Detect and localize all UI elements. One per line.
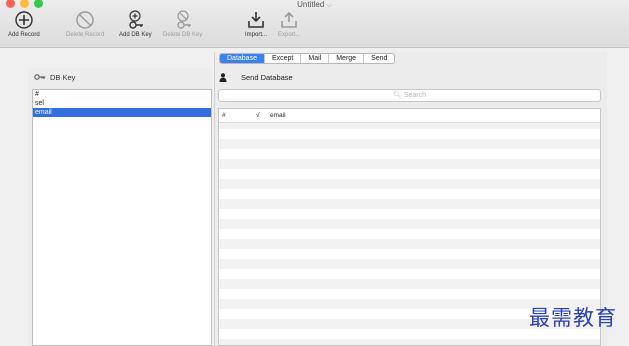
grid-header-row: # √ email <box>219 109 600 123</box>
import-button[interactable]: Import... <box>245 10 267 38</box>
key-icon <box>34 74 46 80</box>
person-icon <box>219 72 227 82</box>
import-label: Import... <box>245 32 268 38</box>
tab-mail[interactable]: Mail <box>301 54 330 63</box>
search-field[interactable]: 🔍︎ Search <box>218 89 601 102</box>
tab-merge[interactable]: Merge <box>329 54 365 63</box>
grid-column-header[interactable]: email <box>267 112 286 119</box>
grid-column-header[interactable]: # <box>219 112 253 119</box>
app-window: Untitled ⌵ Add Record Delete Record Add … <box>0 0 629 346</box>
add-record-label: Add Record <box>8 32 40 38</box>
export-icon <box>281 11 297 28</box>
window-title: Untitled ⌵ <box>0 0 629 10</box>
delete-key-icon <box>176 10 191 29</box>
tab-send[interactable]: Send <box>364 54 394 63</box>
delete-record-button[interactable]: Delete Record <box>66 10 104 38</box>
prohibited-icon <box>76 11 94 29</box>
add-circle-icon <box>15 11 33 29</box>
delete-db-key-button[interactable]: Delete DB Key <box>163 10 202 38</box>
delete-db-key-label: Delete DB Key <box>163 32 203 38</box>
export-button[interactable]: Export... <box>278 10 300 38</box>
tab-database[interactable]: Database <box>220 54 265 63</box>
db-key-item[interactable]: email <box>33 108 211 117</box>
search-placeholder: Search <box>403 92 427 99</box>
export-label: Export... <box>278 32 301 38</box>
toolbar: Untitled ⌵ Add Record Delete Record Add … <box>0 0 629 48</box>
grid-column-header[interactable]: √ <box>253 112 267 119</box>
db-key-panel: DB Key # sel email <box>28 68 212 346</box>
db-key-header: DB Key <box>28 68 212 86</box>
tab-bar: Database Except Mail Merge Send <box>219 53 396 64</box>
add-db-key-button[interactable]: Add DB Key <box>119 10 152 38</box>
send-database-row[interactable]: Send Database <box>215 70 293 84</box>
tab-except[interactable]: Except <box>265 54 302 63</box>
db-key-title: DB Key <box>50 72 76 82</box>
chevron-down-icon[interactable]: ⌵ <box>327 2 332 9</box>
window-title-text: Untitled <box>297 0 325 9</box>
delete-record-label: Delete Record <box>66 32 105 38</box>
add-db-key-label: Add DB Key <box>119 32 152 38</box>
db-key-item[interactable]: sel <box>33 99 211 108</box>
add-key-icon <box>129 10 144 29</box>
add-record-button[interactable]: Add Record <box>8 10 40 38</box>
db-key-list[interactable]: # sel email <box>32 89 212 346</box>
send-database-label: Send Database <box>241 72 293 82</box>
search-icon: 🔍︎ <box>392 92 402 99</box>
import-icon <box>248 12 264 28</box>
db-key-item[interactable]: # <box>33 90 211 99</box>
watermark-text: 最需教育 <box>529 306 617 330</box>
